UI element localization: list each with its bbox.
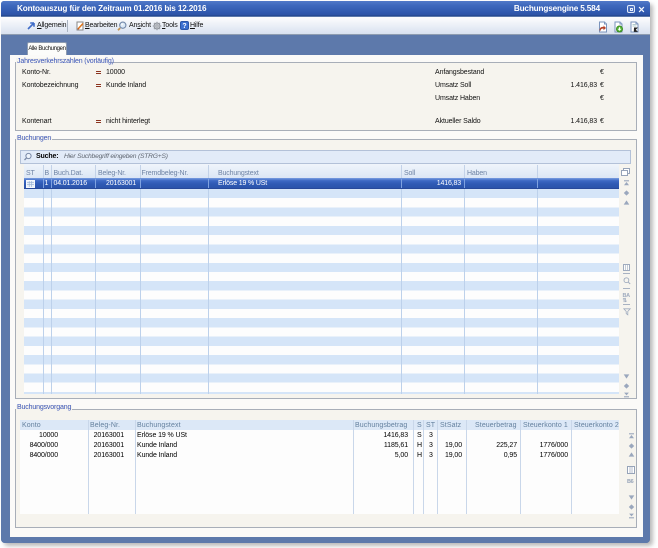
svg-text:?: ? <box>182 23 186 30</box>
